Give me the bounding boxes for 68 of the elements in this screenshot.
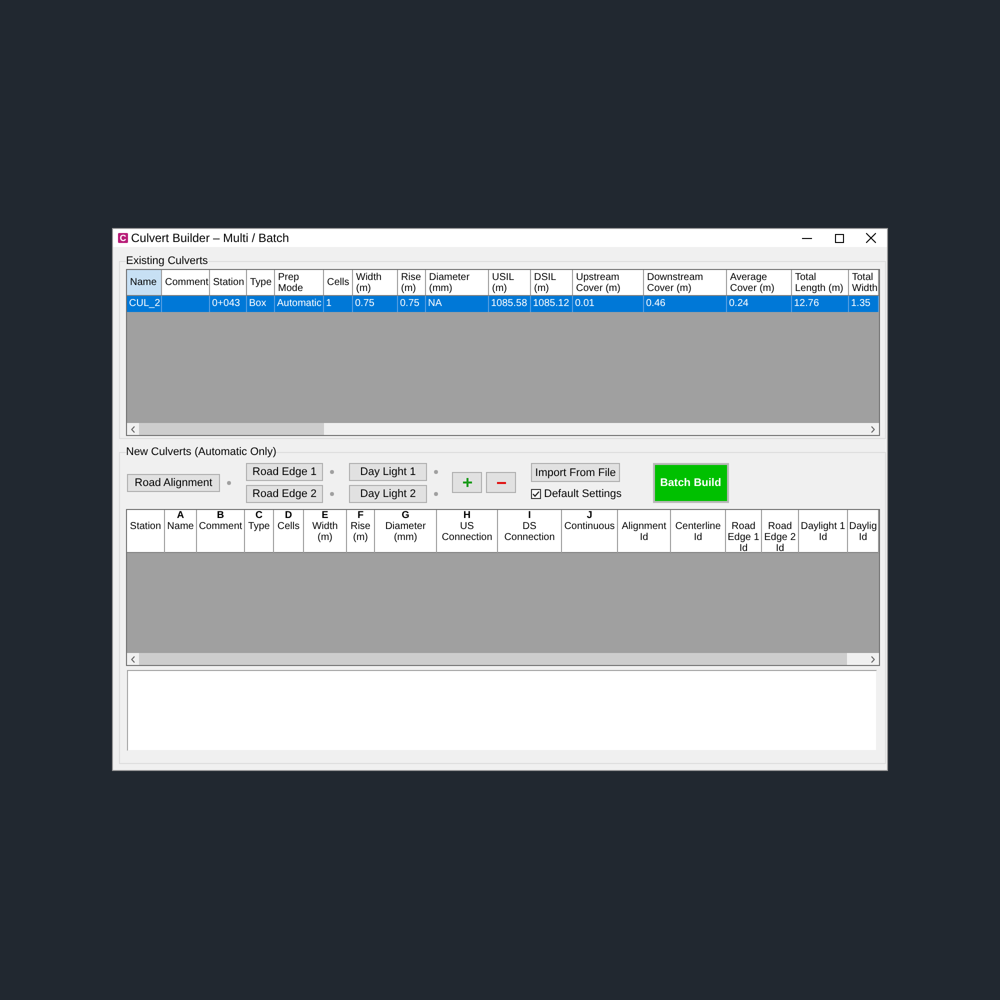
table-cell: 0.75 [398,296,426,312]
table-cell: CUL_2 [127,296,162,312]
column-header[interactable]: Total Width [849,270,879,295]
column-header[interactable]: H US Connection [437,510,498,554]
maximize-icon [834,234,844,242]
table-cell: 1085.12 [531,296,573,312]
app-logo: C [118,233,128,243]
column-header[interactable]: Station [127,510,165,554]
group-title: Existing Culverts [126,255,208,268]
selector-button[interactable]: Road Alignment [127,474,220,492]
plus-icon [462,478,472,487]
table-cell: 0.75 [353,296,398,312]
minus-icon [496,482,506,484]
window-title: Culvert Builder – Multi / Batch [131,231,290,245]
column-header[interactable]: Daylig Id [848,510,879,554]
table-cell: 1 [324,296,353,312]
chevron-right-icon[interactable] [871,426,875,432]
table-cell: 1.35 [849,296,879,312]
column-header[interactable]: J Continuous [562,510,618,554]
import-button[interactable]: Import From File [531,463,620,482]
column-header[interactable]: A Name [165,510,197,554]
group-title: New Culverts (Automatic Only) [126,446,276,459]
table-row[interactable]: CUL_2 0+043 Box Automatic 1 0.75 0.75 NA 1085.58 1085.12 0.01 0.46 0.24 12.76 1.35 [127,296,879,312]
column-header[interactable]: Type [247,270,275,295]
selector-button[interactable]: Day Light 2 [349,484,427,502]
status-dot-icon [434,470,438,474]
horizontal-scrollbar[interactable] [127,423,879,435]
remove-button[interactable] [486,472,516,493]
column-header[interactable]: C Type [245,510,274,554]
column-header[interactable]: G Diameter (mm) [375,510,437,554]
chevron-left-icon[interactable] [131,656,135,662]
table-cell: 0.46 [644,296,727,312]
table-cell: NA [426,296,489,312]
column-header[interactable]: Width (m) [353,270,398,295]
column-header[interactable]: B Comment [197,510,245,554]
column-header[interactable]: Alignment Id [618,510,671,554]
chevron-left-icon[interactable] [131,426,135,432]
column-header[interactable]: Centerline Id [671,510,726,554]
column-header[interactable]: Name [127,270,162,295]
column-header[interactable]: F Rise (m) [347,510,375,554]
selector-button[interactable]: Road Edge 2 [246,484,323,502]
column-header[interactable]: Total Length (m) [792,270,849,295]
add-button[interactable] [452,472,482,493]
status-dot-icon [434,492,438,496]
selector-button[interactable]: Road Edge 1 [246,462,323,480]
table-cell: Automatic [275,296,324,312]
table-cell: Box [247,296,275,312]
checkbox[interactable] [531,489,541,499]
checkbox-label: Default Settings [544,488,622,500]
status-dot-icon [227,480,231,484]
selector-button[interactable]: Day Light 1 [349,462,427,480]
column-header[interactable]: Road Edge 1 Id [726,510,762,554]
table-cell: 12.76 [792,296,849,312]
status-dot-icon [330,470,334,474]
table-cell: 1085.58 [489,296,531,312]
scrollbar-thumb[interactable] [139,423,324,435]
close-icon [866,233,876,243]
table-cell: 0.24 [727,296,792,312]
column-header[interactable]: I DS Connection [498,510,562,554]
table-cell: 0.01 [573,296,644,312]
column-header[interactable]: Daylight 1 Id [799,510,848,554]
status-dot-icon [330,492,334,496]
column-header[interactable]: D Cells [274,510,304,554]
column-header[interactable]: E Width (m) [304,510,347,554]
column-header[interactable]: Road Edge 2 Id [762,510,799,554]
chevron-right-icon[interactable] [871,656,875,662]
column-header[interactable]: Average Cover (m) [727,270,792,295]
table-cell: 0+043 [210,296,247,312]
